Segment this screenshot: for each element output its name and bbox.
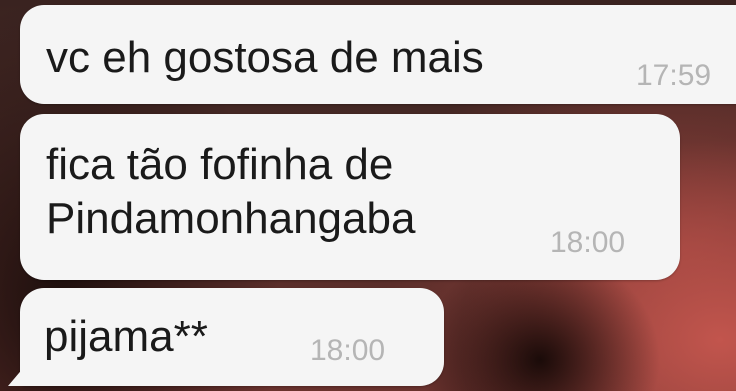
message-bubble[interactable]: vc eh gostosa de mais 17:59 bbox=[20, 5, 736, 104]
message-text: fica tão fofinha de Pindamonhangaba bbox=[46, 140, 416, 243]
message-timestamp: 18:00 bbox=[550, 226, 626, 259]
bubble-tail bbox=[8, 360, 30, 386]
message-bubble[interactable]: fica tão fofinha de Pindamonhangaba 18:0… bbox=[20, 114, 680, 280]
message-text: pijama** bbox=[44, 312, 208, 361]
message-bubble[interactable]: pijama** 18:00 bbox=[8, 288, 444, 386]
message-timestamp: 18:00 bbox=[310, 334, 386, 367]
message-text: vc eh gostosa de mais bbox=[46, 33, 484, 82]
message-timestamp: 17:59 bbox=[636, 59, 712, 92]
